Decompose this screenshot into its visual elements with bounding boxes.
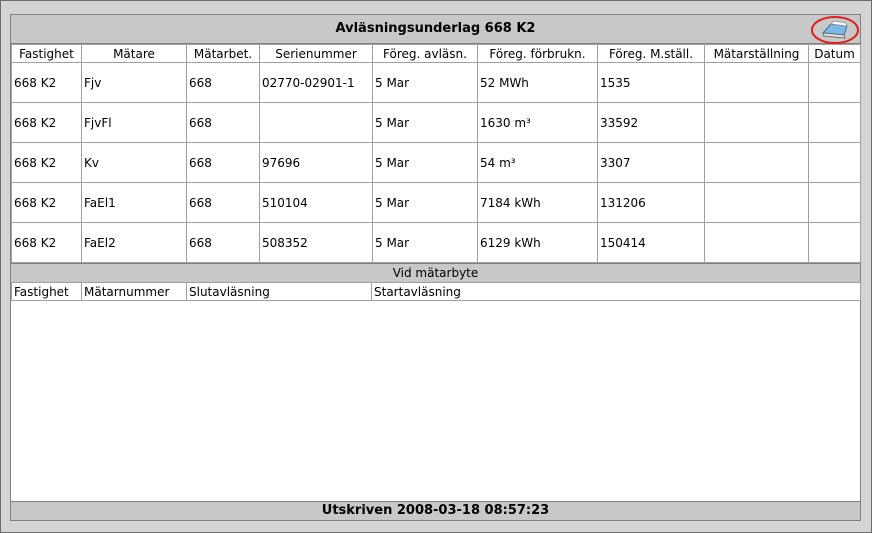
cell: FaEl1 [81, 182, 187, 223]
table-row: 668 K2 FjvFl 668 5 Mar 1630 m³ 33592 [11, 102, 861, 143]
cell: 508352 [259, 222, 373, 263]
report-panel: Avläsningsunderlag 668 K2 Fastighet Mäta… [10, 14, 861, 521]
cell: 668 [186, 102, 260, 143]
window-frame: Avläsningsunderlag 668 K2 Fastighet Mäta… [0, 0, 872, 533]
cell: 668 [186, 182, 260, 223]
cell [704, 102, 809, 143]
printer-icon [811, 16, 859, 44]
cell: FjvFl [81, 102, 187, 143]
col-serienummer: Serienummer [259, 44, 373, 63]
table-header-row: Fastighet Mätarnummer Slutavläsning Star… [11, 282, 861, 301]
col-foreg-mstall: Föreg. M.ställ. [597, 44, 705, 63]
print-button[interactable] [810, 15, 860, 45]
cell: 33592 [597, 102, 705, 143]
cell: Fjv [81, 62, 187, 103]
print-timestamp: Utskriven 2008-03-18 08:57:23 [11, 501, 860, 520]
cell: 668 K2 [11, 142, 82, 183]
cell: 150414 [597, 222, 705, 263]
table-row: 668 K2 FaEl2 668 508352 5 Mar 6129 kWh 150414 [11, 222, 861, 263]
cell: 5 Mar [372, 182, 478, 223]
cell: 668 [186, 142, 260, 183]
col-matarbet: Mätarbet. [186, 44, 260, 63]
col-matarnummer: Mätarnummer [81, 282, 187, 301]
cell [704, 182, 809, 223]
col-fastighet: Fastighet [11, 44, 82, 63]
col-foreg-avlasn: Föreg. avläsn. [372, 44, 478, 63]
cell: FaEl2 [81, 222, 187, 263]
cell [704, 62, 809, 103]
cell: 5 Mar [372, 102, 478, 143]
table-row: 668 K2 Fjv 668 02770-02901-1 5 Mar 52 MWh 1535 [11, 62, 861, 103]
cell: 54 m³ [477, 142, 598, 183]
meter-change-table: Fastighet Mätarnummer Slutavläsning Star… [11, 282, 861, 301]
cell [704, 222, 809, 263]
cell [704, 142, 809, 183]
cell: 6129 kWh [477, 222, 598, 263]
cell: 5 Mar [372, 222, 478, 263]
cell: 3307 [597, 142, 705, 183]
meter-change-header: Vid mätarbyte [11, 263, 860, 283]
cell [808, 222, 861, 263]
meter-table: Fastighet Mätare Mätarbet. Serienummer F… [11, 44, 861, 263]
cell: 97696 [259, 142, 373, 183]
cell [808, 182, 861, 223]
cell: 1535 [597, 62, 705, 103]
col-datum: Datum [808, 44, 861, 63]
table-row: 668 K2 Kv 668 97696 5 Mar 54 m³ 3307 [11, 142, 861, 183]
cell: 52 MWh [477, 62, 598, 103]
col-startavlasning: Startavläsning [371, 282, 861, 301]
cell [808, 102, 861, 143]
cell: 1630 m³ [477, 102, 598, 143]
cell: 5 Mar [372, 142, 478, 183]
col-slutavlasning: Slutavläsning [186, 282, 372, 301]
cell: 510104 [259, 182, 373, 223]
cell: 5 Mar [372, 62, 478, 103]
cell: 131206 [597, 182, 705, 223]
col-matare: Mätare [81, 44, 187, 63]
cell [808, 142, 861, 183]
cell: 668 K2 [11, 62, 82, 103]
col-matarstallning: Mätarställning [704, 44, 809, 63]
cell: 668 K2 [11, 222, 82, 263]
cell: 668 K2 [11, 182, 82, 223]
cell: 668 K2 [11, 102, 82, 143]
table-header-row: Fastighet Mätare Mätarbet. Serienummer F… [11, 44, 861, 63]
cell: 668 [186, 62, 260, 103]
table-row: 668 K2 FaEl1 668 510104 5 Mar 7184 kWh 131206 [11, 182, 861, 223]
col-foreg-forbrukn: Föreg. förbrukn. [477, 44, 598, 63]
cell [259, 102, 373, 143]
cell [808, 62, 861, 103]
cell: 02770-02901-1 [259, 62, 373, 103]
report-title: Avläsningsunderlag 668 K2 [11, 15, 860, 44]
cell: 7184 kWh [477, 182, 598, 223]
cell: Kv [81, 142, 187, 183]
cell: 668 [186, 222, 260, 263]
col-fastighet-2: Fastighet [11, 282, 82, 301]
